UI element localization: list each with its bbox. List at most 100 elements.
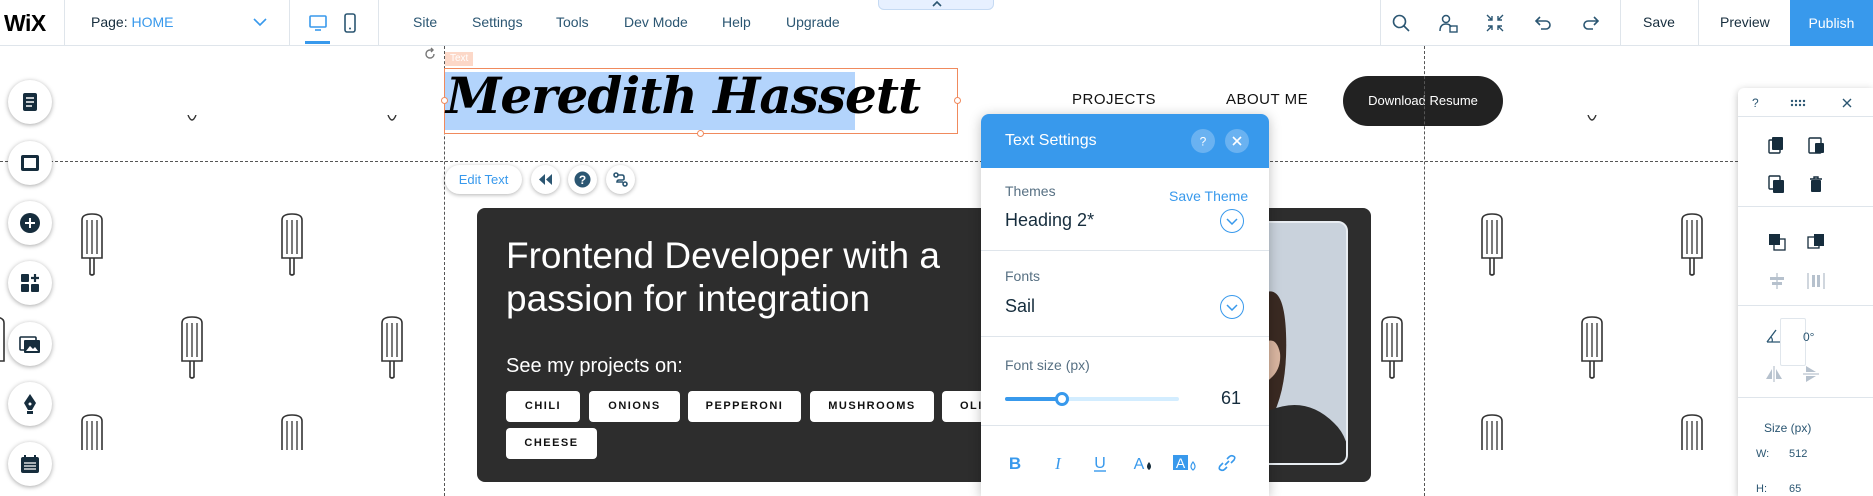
close-icon[interactable] [1836,92,1858,114]
menu-tools[interactable]: Tools [556,14,589,30]
font-dropdown-value[interactable]: Sail [1005,296,1035,317]
nav-projects[interactable]: PROJECTS [1072,91,1156,108]
wix-logo[interactable]: WiX [4,10,46,37]
menu-help[interactable]: Help [722,14,751,30]
fonts-label: Fonts [1005,268,1041,284]
connect-icon [613,172,628,187]
publish-button[interactable]: Publish [1790,0,1873,46]
theme-dropdown-value[interactable]: Heading 2* [1005,210,1094,231]
pages-menu-button[interactable] [8,80,52,124]
resize-handle-right[interactable] [954,97,961,104]
pen-icon [24,394,36,414]
paste-icon[interactable] [1805,134,1827,156]
panel-help-button[interactable]: ? [1191,129,1215,153]
tag-onions[interactable]: ONIONS [589,391,680,422]
bookings-button[interactable] [8,442,52,486]
desktop-active-indicator [305,41,330,44]
bring-forward-icon[interactable] [1766,231,1788,253]
site-manager-icon[interactable] [1437,12,1459,34]
distribute-icon[interactable] [1805,270,1827,292]
bold-icon[interactable]: B [1002,450,1028,476]
rotate-icon[interactable] [423,47,437,61]
panel-close-button[interactable] [1225,129,1249,153]
menu-dev-mode[interactable]: Dev Mode [624,14,688,30]
top-bar: WiX Page: HOME Site Settings Tools Dev M… [0,0,1873,46]
resize-handle-left[interactable] [441,97,448,104]
blog-button[interactable] [8,382,52,426]
font-size-slider-handle[interactable] [1055,392,1070,406]
delete-icon[interactable] [1805,173,1827,195]
divider [1738,397,1873,398]
portrait-image [1264,223,1346,463]
animation-button[interactable] [531,165,560,194]
send-backward-icon[interactable] [1805,231,1827,253]
flip-horizontal-icon[interactable] [1763,363,1785,385]
height-input[interactable]: 65 [1789,483,1801,495]
tag-cheese[interactable]: CHEESE [506,428,597,459]
save-button[interactable]: Save [1643,14,1675,30]
add-apps-button[interactable] [8,261,52,305]
add-button[interactable] [8,201,52,245]
nav-about-me[interactable]: ABOUT ME [1226,91,1308,108]
underline-icon[interactable]: U [1087,450,1113,476]
duplicate-icon[interactable] [1766,173,1788,195]
font-size-value[interactable]: 61 [1221,388,1241,409]
tools-help-button[interactable]: ? [1752,96,1759,110]
preview-button[interactable]: Preview [1720,14,1770,30]
theme-dropdown-button[interactable] [1220,209,1244,233]
divider [378,0,379,46]
flip-vertical-icon[interactable] [1800,363,1822,385]
zoom-out-icon[interactable] [1484,12,1506,34]
link-icon[interactable] [1214,450,1240,476]
edit-text-button[interactable]: Edit Text [445,165,522,194]
divider [289,0,290,46]
hero-headline[interactable]: Frontend Developer with a passion for in… [506,234,1006,320]
font-dropdown-button[interactable] [1220,295,1244,319]
save-theme-link[interactable]: Save Theme [1169,188,1248,204]
undo-icon[interactable] [1532,12,1554,34]
background-button[interactable] [8,141,52,185]
menu-settings[interactable]: Settings [472,14,523,30]
site-name-text[interactable]: Meredith Hassett [446,66,921,125]
grid-guide-right [1424,46,1425,496]
mobile-icon[interactable] [339,12,361,34]
help-icon: ? [1200,135,1207,147]
angle-value[interactable]: 0° [1803,330,1814,344]
resize-handle-bottom[interactable] [697,130,704,137]
profile-photo[interactable] [1262,221,1348,465]
redo-icon[interactable] [1580,12,1602,34]
chevron-up-icon[interactable] [931,0,943,8]
height-label: H: [1756,483,1767,495]
media-button[interactable] [8,322,52,366]
divider [1738,305,1873,306]
highlight-color-icon[interactable]: A [1172,450,1198,476]
plus-icon [20,213,40,233]
download-resume-button[interactable]: Download Resume [1343,76,1503,126]
see-projects-text[interactable]: See my projects on: [506,355,683,378]
italic-icon[interactable]: I [1045,450,1071,476]
width-input[interactable]: 512 [1789,448,1807,460]
menu-site[interactable]: Site [413,14,437,30]
search-icon[interactable] [1390,12,1412,34]
svg-text:A: A [1176,455,1186,471]
align-icon[interactable] [1766,270,1788,292]
tag-mushrooms[interactable]: MUSHROOMS [810,391,934,422]
text-color-icon[interactable]: A [1129,450,1155,476]
page-selector[interactable]: Page: HOME [91,14,173,30]
calendar-icon [21,455,39,473]
tag-chili[interactable]: CHILI [506,391,580,422]
tag-pepperoni[interactable]: PEPPERONI [688,391,801,422]
svg-text:B: B [1009,454,1021,473]
desktop-icon[interactable] [307,12,329,34]
divider [981,250,1269,251]
menu-upgrade[interactable]: Upgrade [786,14,840,30]
copy-icon[interactable] [1766,134,1788,156]
divider [1738,116,1873,117]
drag-handle-icon[interactable] [1786,92,1808,114]
divider [1380,0,1381,46]
link-button[interactable] [606,165,635,194]
divider [1620,0,1621,46]
chevron-down-icon[interactable] [252,16,268,28]
help-button[interactable]: ? [568,165,597,194]
width-label: W: [1756,448,1770,460]
